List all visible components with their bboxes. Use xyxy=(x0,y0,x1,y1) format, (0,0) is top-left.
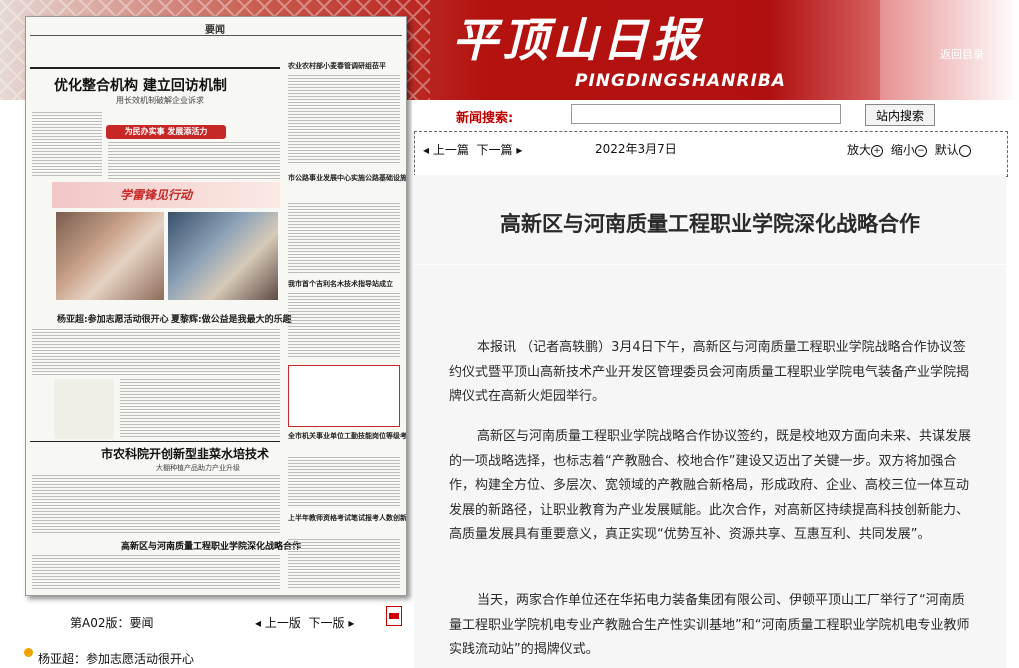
rule xyxy=(30,441,280,442)
next-page-link[interactable]: 下一版 xyxy=(309,616,345,630)
paper-banner: 学雷锋见行动 xyxy=(52,182,280,208)
article-list-item[interactable]: 杨亚超：参加志愿活动很开心 xyxy=(38,650,194,667)
text-block xyxy=(288,457,400,507)
title-divider xyxy=(414,264,1006,265)
bullet-icon xyxy=(24,648,33,657)
zoom-controls: 放大 + 缩小 − 默认 xyxy=(847,141,975,158)
triangle-right-icon: ▸ xyxy=(344,616,355,630)
zoom-in-button[interactable]: 放大 xyxy=(847,143,871,157)
paper-right-head[interactable]: 全市机关事业单位工勤技能岗位等级考核启动 xyxy=(288,431,406,441)
newspaper-page-image[interactable]: 要闻 优化整合机构 建立回访机制 用长效机制破解企业诉求 为民办实事 发展添活力… xyxy=(25,16,407,596)
paper-photo-left xyxy=(56,212,164,300)
minus-circle-icon[interactable]: − xyxy=(914,144,927,157)
text-block xyxy=(288,75,400,165)
paper-subhead-lower: 大棚种植产品助力产业升级 xyxy=(156,464,240,472)
paper-section-name: 要闻 xyxy=(205,25,225,36)
prev-article-link[interactable]: 上一篇 xyxy=(433,143,469,157)
zoom-default-button[interactable]: 默认 xyxy=(935,143,959,157)
text-block xyxy=(120,379,280,437)
article-nav: ◂ 上一篇 下一篇 ▸ xyxy=(423,141,522,158)
text-block xyxy=(32,329,280,377)
paper-page-header: 要闻 xyxy=(30,21,402,36)
rule xyxy=(30,67,280,69)
text-block xyxy=(288,203,400,273)
triangle-left-icon: ◂ xyxy=(423,143,433,157)
text-block xyxy=(32,555,280,589)
text-block xyxy=(32,475,280,533)
paper-right-box xyxy=(288,365,400,427)
back-to-index-link[interactable]: 返回目录 xyxy=(940,46,984,62)
pdf-icon[interactable] xyxy=(386,606,402,626)
article-paragraph: 本报讯 （记者高轶鹏）3月4日下午，高新区与河南质量工程职业学院战略合作协议签约… xyxy=(449,340,970,404)
triangle-left-icon: ◂ xyxy=(255,616,265,630)
zoom-out-button[interactable]: 缩小 xyxy=(891,143,915,157)
paper-right-head[interactable]: 农业农村部小麦春管调研组莅平 xyxy=(288,61,386,71)
article-paragraph: 当天，两家合作单位还在华拓电力装备集团有限公司、伊顿平顶山工厂举行了“河南质量工… xyxy=(449,593,970,657)
text-block xyxy=(108,142,280,180)
paper-caption-left[interactable]: 杨亚超:参加志愿活动很开心 xyxy=(57,312,169,325)
search-input[interactable] xyxy=(571,104,841,124)
article-paragraph: 高新区与河南质量工程职业学院战略合作协议签约，既是校地双方面向未来、共谋发展的一… xyxy=(449,429,972,542)
paper-headline-lower[interactable]: 市农科院开创新型韭菜水培技术 xyxy=(101,445,269,462)
paper-right-head[interactable]: 我市首个吉利名木技术指导站成立 xyxy=(288,279,393,289)
next-article-link[interactable]: 下一篇 xyxy=(477,143,513,157)
paper-tag: 为民办实事 发展添活力 xyxy=(106,125,226,139)
text-block xyxy=(288,293,400,359)
article-toolbar: ◂ 上一篇 下一篇 ▸ 2022年3月7日 放大 + 缩小 − 默认 xyxy=(414,131,1008,177)
paper-headline-main[interactable]: 优化整合机构 建立回访机制 xyxy=(54,75,227,95)
paper-photo-right xyxy=(168,212,278,300)
article-title: 高新区与河南质量工程职业学院深化战略合作 xyxy=(500,212,920,236)
paper-right-head[interactable]: 上半年教师资格考试笔试报考人数创新高 xyxy=(288,513,406,523)
issue-date: 2022年3月7日 xyxy=(595,142,677,156)
paper-caption-right[interactable]: 夏黎辉:做公益是我最大的乐趣 xyxy=(171,312,292,325)
circle-icon[interactable] xyxy=(958,144,971,157)
site-search-button[interactable]: 站内搜索 xyxy=(865,104,935,126)
prev-page-link[interactable]: 上一版 xyxy=(265,616,301,630)
newspaper-logo: 平顶山日报 xyxy=(452,13,702,67)
paper-right-head[interactable]: 市公路事业发展中心实施公路基础设施建设大会战 xyxy=(288,173,406,183)
paper-sidebox xyxy=(54,379,114,439)
text-block xyxy=(32,112,102,177)
plus-circle-icon[interactable]: + xyxy=(871,144,884,157)
newspaper-logo-en: PINGDINGSHANRIBA xyxy=(575,71,786,91)
paper-subhead-main: 用长效机制破解企业诉求 xyxy=(116,96,204,105)
page-nav: ◂ 上一版 下一版 ▸ xyxy=(255,614,354,631)
paper-banner-text: 学雷锋见行动 xyxy=(120,188,193,202)
triangle-right-icon: ▸ xyxy=(512,143,523,157)
paper-headline-bottom[interactable]: 高新区与河南质量工程职业学院深化战略合作 xyxy=(121,539,301,552)
text-block xyxy=(288,539,400,589)
edition-label: 第A02版：要闻 xyxy=(70,616,154,630)
search-label: 新闻搜索: xyxy=(456,111,514,126)
